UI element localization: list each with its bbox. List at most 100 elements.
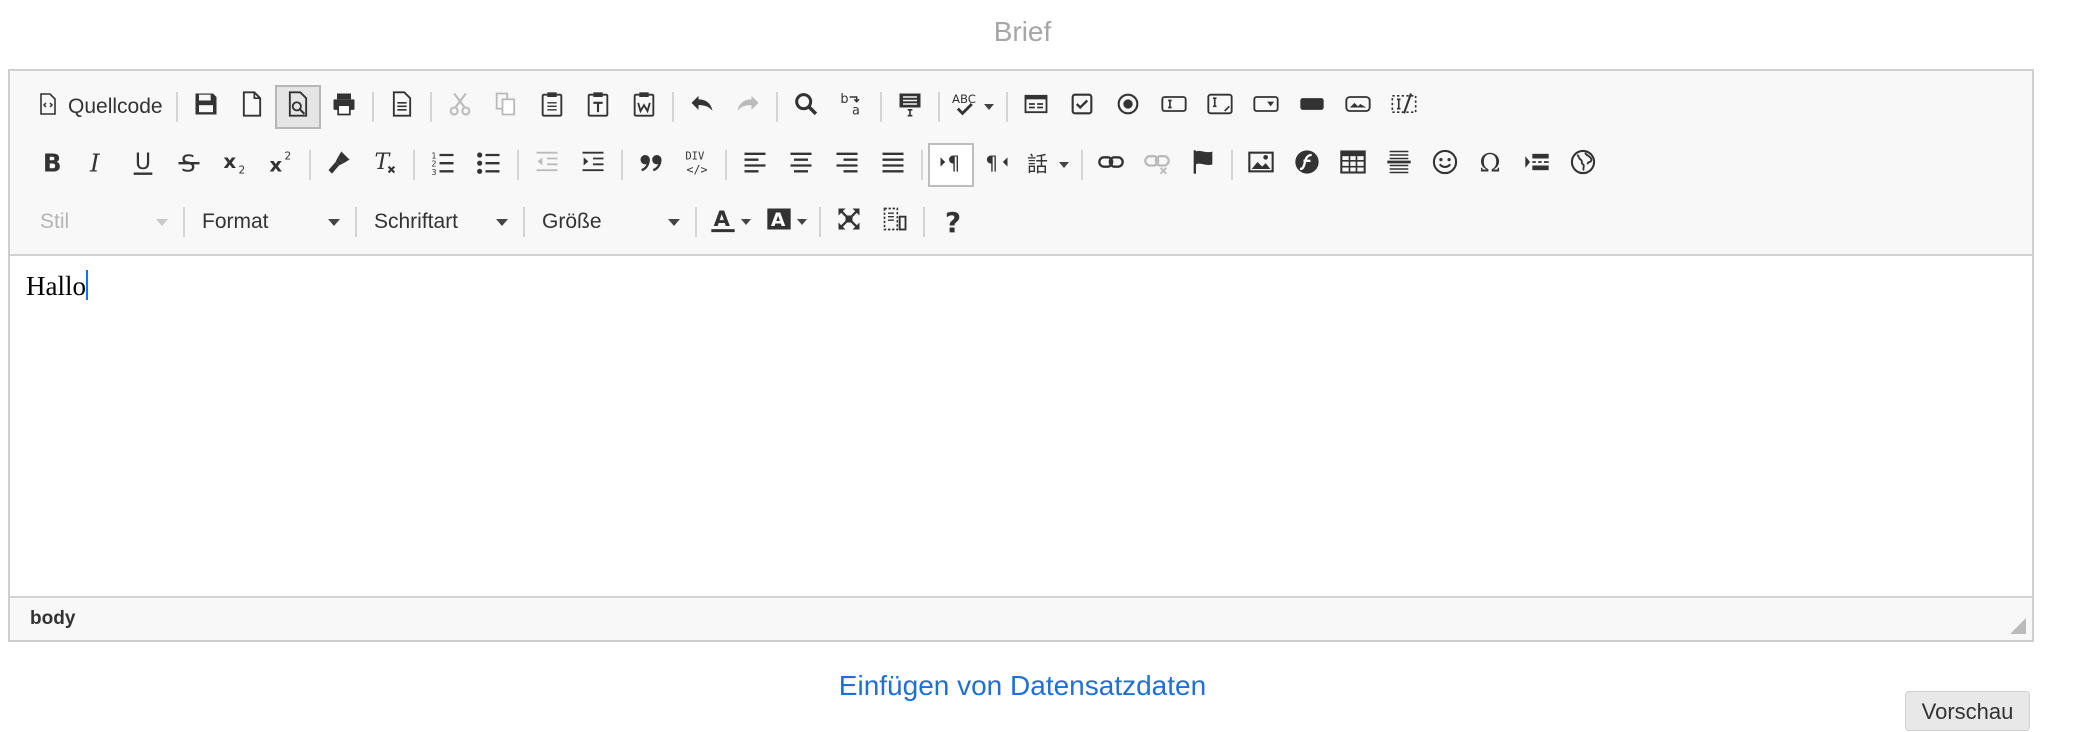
- textarea-button[interactable]: [1197, 85, 1243, 129]
- form-button[interactable]: [1013, 85, 1059, 129]
- form-button-button[interactable]: [1289, 85, 1335, 129]
- help-button[interactable]: ?: [930, 200, 976, 244]
- svg-text:Ω: Ω: [1479, 148, 1500, 176]
- size-dropdown-label: Größe: [542, 210, 602, 233]
- subscript-button[interactable]: x2: [212, 143, 258, 187]
- text-color-button[interactable]: A: [702, 200, 758, 244]
- blockquote-button[interactable]: [628, 143, 674, 187]
- redo-icon: [734, 90, 762, 125]
- svg-text:DIV: DIV: [685, 150, 705, 162]
- insert-record-data-link[interactable]: Einfügen von Datensatzdaten: [0, 670, 2045, 702]
- preview-icon-button[interactable]: [274, 85, 321, 129]
- toolbar-separator: [775, 92, 778, 122]
- preview-button[interactable]: Vorschau: [1905, 691, 2030, 731]
- chevron-down-icon: [668, 218, 680, 226]
- templates-button[interactable]: [379, 85, 425, 129]
- style-dropdown[interactable]: Stil: [28, 200, 178, 244]
- flash-button[interactable]: [1284, 143, 1330, 187]
- font-dropdown[interactable]: Schriftart: [362, 200, 518, 244]
- copy-formatting-button[interactable]: [316, 143, 362, 187]
- checkbox-icon: [1068, 90, 1096, 125]
- align-center-button[interactable]: [778, 143, 824, 187]
- italic-button[interactable]: I: [74, 143, 120, 187]
- maximize-button[interactable]: [826, 200, 872, 244]
- cut-icon: [446, 90, 474, 125]
- button-icon: [1298, 90, 1326, 125]
- horizontal-rule-button[interactable]: [1376, 143, 1422, 187]
- special-char-button[interactable]: Ω: [1468, 143, 1514, 187]
- svg-text:¶: ¶: [985, 152, 998, 175]
- templates-icon: [388, 90, 416, 125]
- text-direction-ltr-button[interactable]: ¶: [928, 143, 974, 187]
- checkbox-button[interactable]: [1059, 85, 1105, 129]
- page-break-button[interactable]: [1514, 143, 1560, 187]
- underline-button[interactable]: U: [120, 143, 166, 187]
- redo-button[interactable]: [725, 85, 771, 129]
- language-button[interactable]: 話: [1020, 143, 1076, 187]
- copy-button[interactable]: [483, 85, 529, 129]
- radio-button[interactable]: [1105, 85, 1151, 129]
- link-button[interactable]: [1088, 143, 1134, 187]
- new-page-button[interactable]: [229, 85, 275, 129]
- anchor-button[interactable]: [1180, 143, 1226, 187]
- table-button[interactable]: [1330, 143, 1376, 187]
- hidden-field-button[interactable]: [1381, 85, 1427, 129]
- unlink-button[interactable]: [1134, 143, 1180, 187]
- rich-text-editor: Quellcode ba ABC B I U S x 2 x 2 T 1 2 3…: [8, 69, 2034, 642]
- paste-text-button[interactable]: [575, 85, 621, 129]
- image-button[interactable]: [1238, 143, 1284, 187]
- editor-text[interactable]: Hallo: [26, 270, 88, 302]
- select-field-button[interactable]: [1243, 85, 1289, 129]
- cut-button[interactable]: [437, 85, 483, 129]
- show-blocks-icon: [881, 205, 909, 240]
- background-color-button[interactable]: A: [758, 200, 814, 244]
- spellcheck-button[interactable]: ABC: [945, 85, 1001, 129]
- numbered-list-icon: 123: [429, 148, 457, 183]
- text-direction-rtl-button[interactable]: ¶: [974, 143, 1020, 187]
- font-dropdown-label: Schriftart: [374, 210, 459, 233]
- textfield-button[interactable]: [1151, 85, 1197, 129]
- increase-indent-button[interactable]: [570, 143, 616, 187]
- select-all-button[interactable]: [887, 85, 933, 129]
- toolbar-separator: [517, 150, 519, 180]
- smiley-button[interactable]: [1422, 143, 1468, 187]
- align-left-button[interactable]: [732, 143, 778, 187]
- svg-text:B: B: [43, 148, 62, 176]
- radio-icon: [1114, 90, 1142, 125]
- textarea-icon: [1206, 90, 1234, 125]
- image-button-button[interactable]: [1335, 85, 1381, 129]
- format-dropdown[interactable]: Format: [190, 200, 350, 244]
- toolbar-separator: [429, 92, 432, 122]
- source-button[interactable]: Quellcode: [28, 85, 171, 129]
- language-icon: 話: [1027, 148, 1055, 183]
- toolbar-separator: [923, 207, 925, 237]
- bold-button[interactable]: B: [28, 143, 74, 187]
- flag-icon: [1189, 148, 1217, 183]
- element-path[interactable]: body: [30, 608, 75, 630]
- undo-button[interactable]: [679, 85, 725, 129]
- replace-button[interactable]: ba: [829, 85, 875, 129]
- iframe-button[interactable]: [1560, 143, 1606, 187]
- create-div-button[interactable]: DIV </>: [674, 143, 720, 187]
- outdent-icon: [533, 148, 561, 183]
- remove-format-button[interactable]: T: [362, 143, 408, 187]
- numbered-list-button[interactable]: 123: [420, 143, 466, 187]
- editor-content-area[interactable]: Hallo: [10, 256, 2032, 600]
- strikethrough-button[interactable]: S: [166, 143, 212, 187]
- bulleted-list-button[interactable]: [466, 143, 512, 187]
- show-blocks-button[interactable]: [872, 200, 918, 244]
- align-center-icon: [787, 148, 815, 183]
- svg-text:</>: </>: [687, 162, 708, 175]
- print-button[interactable]: [321, 85, 367, 129]
- find-button[interactable]: [783, 85, 829, 129]
- justify-button[interactable]: [870, 143, 916, 187]
- resize-handle-icon[interactable]: [2010, 618, 2026, 634]
- paste-word-button[interactable]: [621, 85, 667, 129]
- paste-button[interactable]: [529, 85, 575, 129]
- svg-text:A: A: [771, 210, 786, 231]
- align-right-button[interactable]: [824, 143, 870, 187]
- superscript-button[interactable]: x2: [258, 143, 304, 187]
- size-dropdown[interactable]: Größe: [530, 200, 690, 244]
- decrease-indent-button[interactable]: [524, 143, 570, 187]
- save-button[interactable]: [183, 85, 229, 129]
